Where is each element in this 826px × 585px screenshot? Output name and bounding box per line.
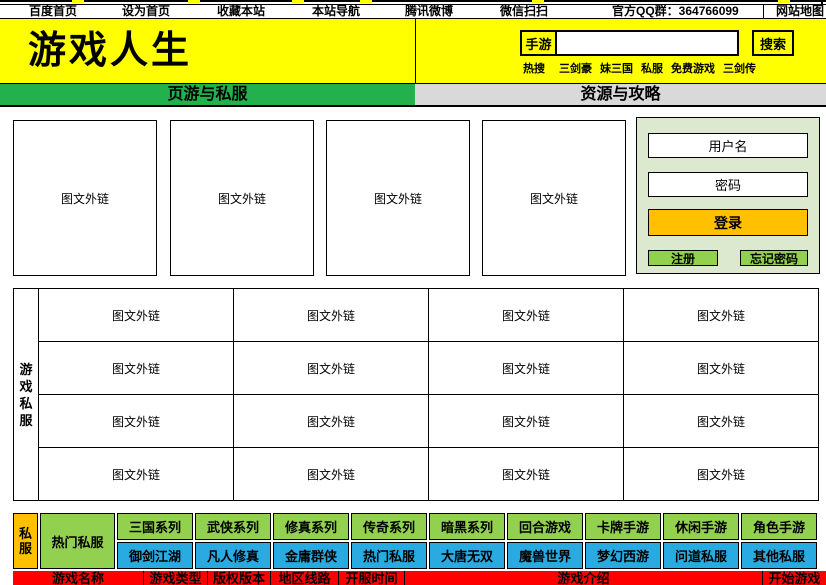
page: 百度首页 设为首页 收藏本站 本站导航 腾讯微博 微信扫扫 官方QQ群：3647… bbox=[0, 0, 826, 585]
top-tick bbox=[188, 0, 200, 3]
category-button[interactable]: 传奇系列 bbox=[351, 513, 427, 540]
nav-link-set-homepage[interactable]: 设为首页 bbox=[122, 5, 170, 18]
table-cell-link[interactable]: 图文外链 bbox=[234, 342, 429, 395]
category-button[interactable]: 角色手游 bbox=[741, 513, 817, 540]
username-field[interactable] bbox=[648, 133, 808, 158]
banner-link[interactable]: 图文外链 bbox=[170, 120, 314, 276]
category-button[interactable]: 休闲手游 bbox=[663, 513, 739, 540]
search-button[interactable]: 搜索 bbox=[752, 30, 794, 56]
game-list-header: 游戏名称 游戏类型 版权版本 地区线路 开服时间 游戏介绍 开始游戏 bbox=[13, 571, 826, 585]
column-game-intro: 游戏介绍 bbox=[404, 571, 762, 585]
site-header: 游戏人生 手游 搜索 热搜 三剑豪 妹三国 私服 免费游戏 三剑传 bbox=[0, 19, 826, 84]
category-button[interactable]: 魔兽世界 bbox=[507, 542, 583, 569]
table-cell-link[interactable]: 图文外链 bbox=[234, 289, 429, 342]
top-tick bbox=[292, 0, 304, 3]
hot-search-row: 热搜 三剑豪 妹三国 私服 免费游戏 三剑传 bbox=[523, 61, 764, 75]
tab-underline bbox=[0, 105, 826, 107]
category-button[interactable]: 热门私服 bbox=[351, 542, 427, 569]
hot-search-term[interactable]: 妹三国 bbox=[600, 60, 633, 76]
top-tick bbox=[532, 0, 544, 3]
forgot-password-button[interactable]: 忘记密码 bbox=[740, 250, 808, 266]
hot-search-term[interactable]: 三剑豪 bbox=[559, 60, 592, 76]
table-cell-link[interactable]: 图文外链 bbox=[429, 448, 624, 501]
hot-search-term[interactable]: 私服 bbox=[641, 60, 663, 76]
top-tick bbox=[360, 0, 372, 3]
column-start-game: 开始游戏 bbox=[762, 571, 826, 585]
category-button[interactable]: 修真系列 bbox=[273, 513, 349, 540]
category-button[interactable]: 卡牌手游 bbox=[585, 513, 661, 540]
category-button[interactable]: 金庸群侠 bbox=[273, 542, 349, 569]
table-cell-link[interactable]: 图文外链 bbox=[624, 289, 819, 342]
hot-search-term[interactable]: 免费游戏 bbox=[671, 60, 715, 76]
table-side-label: 游戏私服 bbox=[14, 289, 39, 501]
column-region-line: 地区线路 bbox=[270, 571, 338, 585]
password-field[interactable] bbox=[648, 172, 808, 197]
search-category-label: 手游 bbox=[520, 30, 557, 56]
banner-link[interactable]: 图文外链 bbox=[326, 120, 470, 276]
category-button[interactable]: 御剑江湖 bbox=[117, 542, 193, 569]
table-cell-link[interactable]: 图文外链 bbox=[429, 395, 624, 448]
hot-search-term[interactable]: 三剑传 bbox=[723, 60, 756, 76]
column-game-type: 游戏类型 bbox=[143, 571, 207, 585]
nav-link-site-nav[interactable]: 本站导航 bbox=[312, 5, 360, 18]
column-version: 版权版本 bbox=[207, 571, 270, 585]
banner-link[interactable]: 图文外链 bbox=[13, 120, 157, 276]
category-button[interactable]: 回合游戏 bbox=[507, 513, 583, 540]
nav-link-tencent-weibo[interactable]: 腾讯微博 bbox=[405, 5, 453, 18]
column-game-name: 游戏名称 bbox=[13, 571, 143, 585]
nav-link-wechat-scan[interactable]: 微信扫扫 bbox=[500, 5, 548, 18]
category-button[interactable]: 暗黑系列 bbox=[429, 513, 505, 540]
search-input[interactable] bbox=[555, 30, 739, 56]
site-title: 游戏人生 bbox=[28, 28, 192, 74]
nav-link-baidu-home[interactable]: 百度首页 bbox=[29, 5, 77, 18]
login-button[interactable]: 登录 bbox=[648, 209, 808, 236]
category-button[interactable]: 问道私服 bbox=[663, 542, 739, 569]
top-tick bbox=[778, 0, 790, 3]
table-cell-link[interactable]: 图文外链 bbox=[234, 395, 429, 448]
banner-link[interactable]: 图文外链 bbox=[482, 120, 626, 276]
table-cell-link[interactable]: 图文外链 bbox=[234, 448, 429, 501]
table-cell-link[interactable]: 图文外链 bbox=[39, 342, 234, 395]
table-cell-link[interactable]: 图文外链 bbox=[39, 395, 234, 448]
table-cell-link[interactable]: 图文外链 bbox=[624, 342, 819, 395]
tab-webgames-private-servers[interactable]: 页游与私服 bbox=[0, 84, 415, 106]
category-grid: 私服 热门私服 三国系列 武侠系列 修真系列 传奇系列 暗黑系列 回合游戏 卡牌… bbox=[13, 513, 817, 569]
table-cell-link[interactable]: 图文外链 bbox=[39, 289, 234, 342]
game-server-table: 游戏私服 图文外链 图文外链 图文外链 图文外链 图文外链 图文外链 图文外链 … bbox=[13, 288, 819, 501]
login-panel: 登录 注册 忘记密码 bbox=[636, 117, 820, 274]
category-button[interactable]: 梦幻西游 bbox=[585, 542, 661, 569]
table-cell-link[interactable]: 图文外链 bbox=[624, 395, 819, 448]
table-cell-link[interactable]: 图文外链 bbox=[429, 342, 624, 395]
category-button[interactable]: 大唐无双 bbox=[429, 542, 505, 569]
tab-resources-guides[interactable]: 资源与攻略 bbox=[415, 84, 826, 106]
category-button[interactable]: 其他私服 bbox=[741, 542, 817, 569]
top-nav-bar: 百度首页 设为首页 收藏本站 本站导航 腾讯微博 微信扫扫 官方QQ群：3647… bbox=[0, 4, 826, 19]
table-cell-link[interactable]: 图文外链 bbox=[39, 448, 234, 501]
category-button[interactable]: 凡人修真 bbox=[195, 542, 271, 569]
nav-divider bbox=[763, 5, 764, 18]
header-divider bbox=[415, 19, 416, 83]
table-cell-link[interactable]: 图文外链 bbox=[624, 448, 819, 501]
column-open-time: 开服时间 bbox=[338, 571, 404, 585]
nav-link-sitemap[interactable]: 网站地图 bbox=[776, 5, 824, 18]
category-button[interactable]: 三国系列 bbox=[117, 513, 193, 540]
category-side-label: 私服 bbox=[13, 513, 38, 569]
category-button[interactable]: 武侠系列 bbox=[195, 513, 271, 540]
qq-group-label: 官方QQ群：364766099 bbox=[612, 5, 739, 18]
register-button[interactable]: 注册 bbox=[648, 250, 718, 266]
top-tick bbox=[72, 0, 84, 3]
category-hot-servers[interactable]: 热门私服 bbox=[40, 513, 115, 569]
hot-search-label: 热搜 bbox=[523, 60, 545, 76]
table-cell-link[interactable]: 图文外链 bbox=[429, 289, 624, 342]
nav-link-bookmark[interactable]: 收藏本站 bbox=[217, 5, 265, 18]
top-border-line bbox=[0, 0, 826, 2]
